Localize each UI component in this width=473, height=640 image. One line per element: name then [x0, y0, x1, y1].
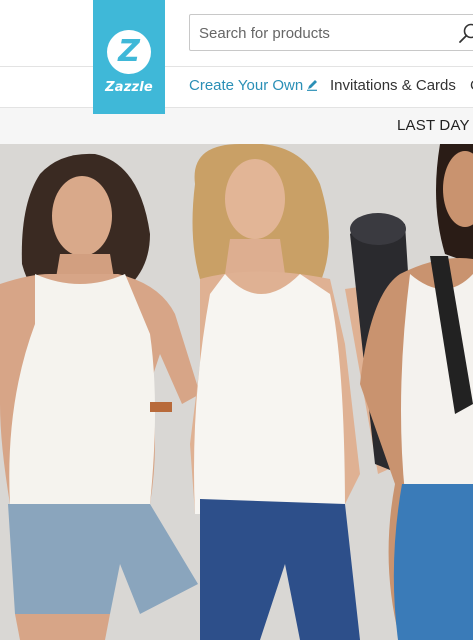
nav-invitations-cards[interactable]: Invitations & Cards	[330, 76, 456, 96]
promo-text: LAST DAY	[397, 117, 470, 134]
logo-letter: Z	[118, 34, 140, 69]
search-icon[interactable]	[458, 22, 473, 44]
hero-photo	[0, 144, 473, 640]
search-input[interactable]	[199, 23, 449, 43]
zazzle-logo[interactable]: Z Zazzle	[93, 0, 165, 114]
nav-create-label: Create Your Own	[189, 77, 304, 94]
pencil-icon	[307, 80, 318, 91]
nav-create-your-own[interactable]: Create Your Own	[189, 76, 318, 96]
promo-banner[interactable]: LAST DAY	[0, 107, 473, 144]
header-divider	[0, 66, 473, 67]
hero-banner-image[interactable]	[0, 144, 473, 640]
search-box[interactable]	[189, 14, 473, 51]
logo-wordmark: Zazzle	[105, 80, 153, 95]
site-header: Z Zazzle Create Your Own Invitations & C…	[0, 0, 473, 114]
logo-circle: Z	[107, 30, 151, 74]
